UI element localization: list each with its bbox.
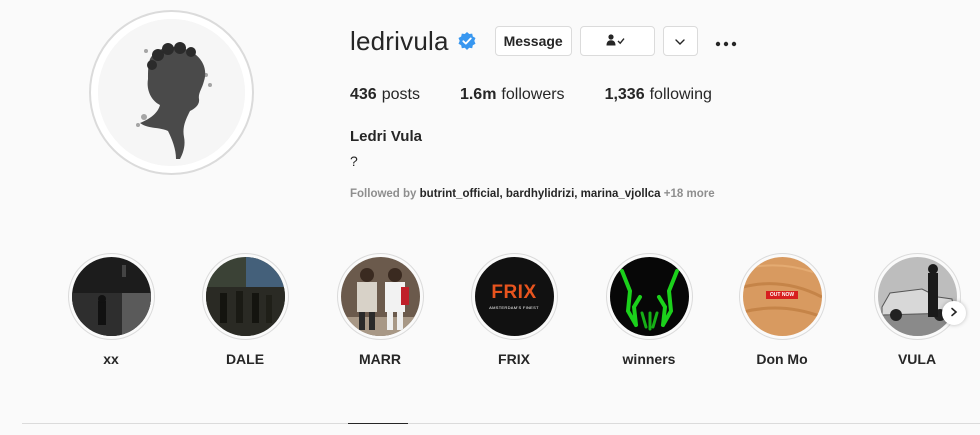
highlight-ring: FRIX AMSTERDAM'S FINEST bbox=[470, 253, 558, 340]
highlight-ring bbox=[605, 253, 693, 340]
highlight-cover bbox=[877, 257, 957, 336]
more-options-icon[interactable] bbox=[715, 31, 737, 51]
frix-logo-subtext: AMSTERDAM'S FINEST bbox=[489, 305, 539, 310]
highlight-label: Don Mo bbox=[756, 351, 808, 367]
following-button[interactable] bbox=[579, 26, 655, 56]
highlights-next-button[interactable] bbox=[942, 301, 966, 325]
highlight-cover bbox=[71, 257, 151, 336]
profile-username: ledrivula bbox=[350, 25, 449, 56]
followed-by-link[interactable]: Followed by butrint_official, bardhylidr… bbox=[350, 188, 715, 200]
suggestions-dropdown-button[interactable] bbox=[662, 26, 698, 56]
highlight-cover bbox=[609, 257, 689, 336]
active-tab-indicator bbox=[348, 423, 408, 424]
message-button[interactable]: Message bbox=[494, 26, 572, 56]
highlight-winners[interactable]: winners bbox=[604, 253, 694, 367]
followed-by-more: +18 more bbox=[663, 188, 715, 200]
tabs-divider bbox=[22, 423, 980, 424]
chevron-right-icon bbox=[949, 304, 959, 322]
highlight-cover: FRIX AMSTERDAM'S FINEST bbox=[474, 257, 554, 336]
profile-avatar[interactable] bbox=[89, 10, 254, 175]
posts-label: posts bbox=[381, 86, 420, 103]
highlight-label: MARR bbox=[359, 351, 401, 367]
posts-count: 436 bbox=[350, 86, 377, 103]
highlight-ring bbox=[67, 253, 155, 340]
highlight-ring bbox=[336, 253, 424, 340]
user-check-icon bbox=[605, 33, 629, 49]
frix-logo-text: FRIX bbox=[491, 282, 537, 303]
profile-full-name: Ledri Vula bbox=[350, 128, 422, 145]
profile-avatar-image bbox=[98, 19, 245, 166]
highlight-ring bbox=[201, 253, 289, 340]
highlight-xx[interactable]: xx bbox=[66, 253, 156, 367]
highlight-ring: OUT NOW bbox=[738, 253, 826, 340]
profile-stats: 436 posts 1.6m followers 1,336 following bbox=[350, 86, 712, 104]
highlight-label: winners bbox=[622, 351, 676, 367]
chevron-down-icon bbox=[674, 33, 686, 49]
highlight-cover: OUT NOW bbox=[742, 257, 822, 336]
following-link[interactable]: 1,336 following bbox=[605, 86, 712, 104]
highlight-marr[interactable]: MARR bbox=[335, 253, 425, 367]
following-label: following bbox=[649, 86, 712, 103]
highlight-label: FRIX bbox=[498, 351, 530, 367]
followers-link[interactable]: 1.6m followers bbox=[460, 86, 565, 104]
followers-count: 1.6m bbox=[459, 86, 497, 103]
highlight-cover bbox=[340, 257, 420, 336]
followed-by-prefix: Followed by bbox=[350, 188, 417, 200]
highlight-label: VULA bbox=[897, 351, 937, 367]
highlight-label: DALE bbox=[225, 351, 265, 367]
profile-bio: ? bbox=[350, 153, 358, 169]
highlight-label: xx bbox=[103, 351, 119, 367]
verified-badge-icon bbox=[457, 31, 477, 51]
profile-header: ledrivula Message bbox=[350, 26, 737, 56]
following-count: 1,336 bbox=[604, 86, 645, 103]
highlight-cover bbox=[205, 257, 285, 336]
highlight-dale[interactable]: DALE bbox=[200, 253, 290, 367]
followed-by-names: butrint_official, bardhylidrizi, marina_… bbox=[419, 188, 661, 200]
highlight-frix[interactable]: FRIX AMSTERDAM'S FINEST FRIX bbox=[469, 253, 559, 367]
posts-stat: 436 posts bbox=[350, 86, 420, 104]
highlight-don-mo[interactable]: OUT NOW Don Mo bbox=[737, 253, 827, 367]
followers-label: followers bbox=[501, 86, 565, 103]
highlight-ring bbox=[873, 253, 961, 340]
out-now-tag: OUT NOW bbox=[765, 290, 799, 299]
